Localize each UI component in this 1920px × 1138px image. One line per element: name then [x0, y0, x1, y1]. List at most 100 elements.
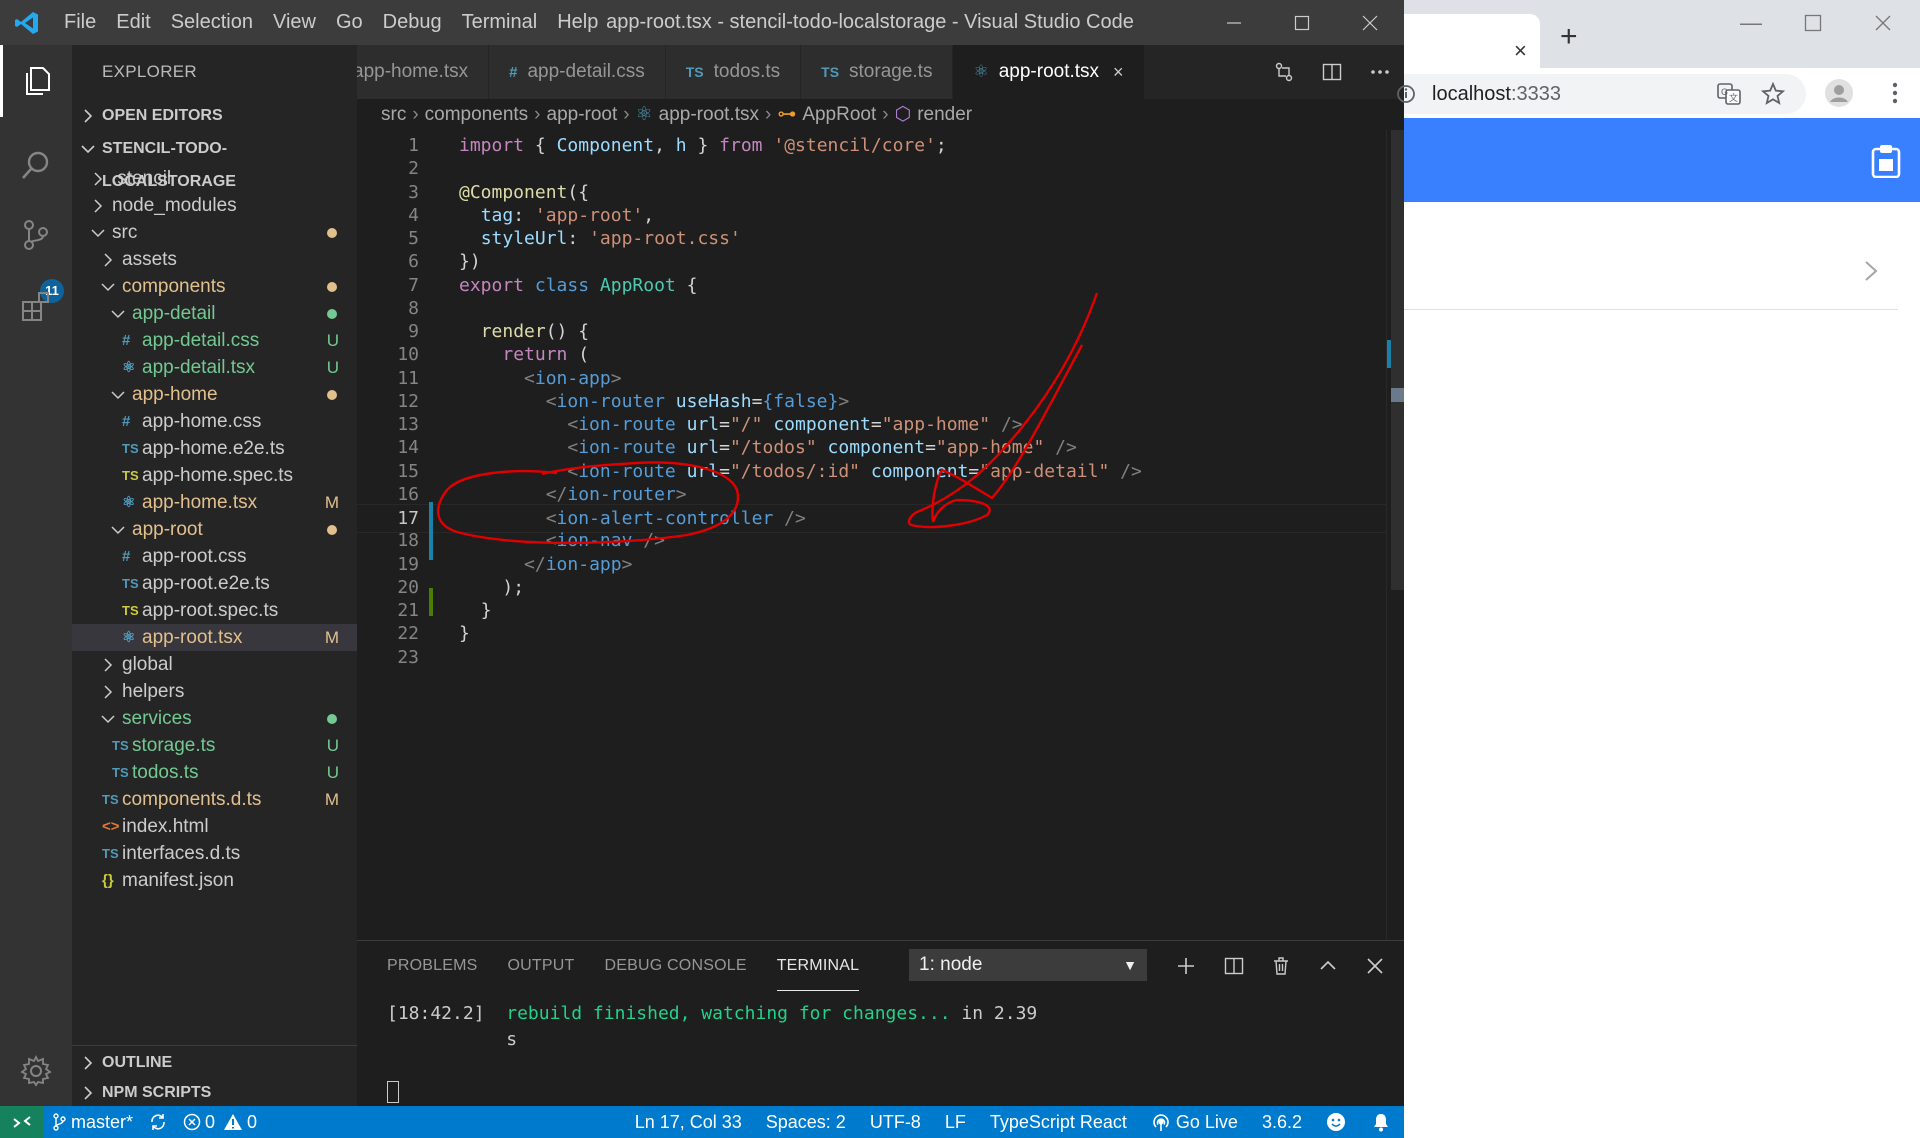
- tab-app-root-tsx[interactable]: ⚛ app-root.tsx ×: [953, 45, 1145, 99]
- breadcrumb-src[interactable]: src: [381, 104, 406, 126]
- folder-item[interactable]: assets: [72, 246, 357, 273]
- tab-terminal[interactable]: TERMINAL: [776, 941, 860, 991]
- folder-item[interactable]: global: [72, 651, 357, 678]
- file-item[interactable]: # app-root.css: [72, 543, 357, 570]
- terminal-output[interactable]: [18:42.2] rebuild finished, watching for…: [387, 1001, 1037, 1053]
- menu-view[interactable]: View: [263, 0, 326, 45]
- clipboard-icon[interactable]: [1870, 144, 1902, 179]
- browser-menu-icon[interactable]: [1880, 78, 1910, 108]
- file-item[interactable]: {} manifest.json: [72, 867, 357, 894]
- browser-maximize-icon[interactable]: [1804, 12, 1822, 38]
- line-ending[interactable]: LF: [933, 1106, 978, 1138]
- file-item[interactable]: <> index.html: [72, 813, 357, 840]
- folder-item[interactable]: app-detail: [72, 300, 357, 327]
- folder-item[interactable]: .stencil: [72, 165, 357, 192]
- close-tab-icon[interactable]: ×: [1514, 38, 1527, 64]
- notifications-bell-icon[interactable]: [1358, 1106, 1404, 1138]
- menu-edit[interactable]: Edit: [106, 0, 160, 45]
- ts-version[interactable]: 3.6.2: [1250, 1106, 1314, 1138]
- encoding[interactable]: UTF-8: [858, 1106, 933, 1138]
- file-item[interactable]: TS components.d.ts M: [72, 786, 357, 813]
- breadcrumb-class[interactable]: AppRoot: [802, 104, 876, 126]
- file-item[interactable]: TS app-home.spec.ts: [72, 462, 357, 489]
- split-terminal-icon[interactable]: [1216, 949, 1252, 983]
- problems-status[interactable]: 0 0: [175, 1106, 265, 1138]
- maximize-button[interactable]: [1268, 0, 1336, 45]
- menu-selection[interactable]: Selection: [161, 0, 263, 45]
- file-item[interactable]: ⚛ app-detail.tsx U: [72, 354, 357, 381]
- menu-terminal[interactable]: Terminal: [452, 0, 548, 45]
- maximize-panel-icon[interactable]: [1310, 949, 1346, 983]
- file-item[interactable]: ⚛ app-root.tsx M: [72, 624, 357, 651]
- breadcrumb-file[interactable]: app-root.tsx: [659, 104, 759, 126]
- file-item[interactable]: # app-detail.css U: [72, 327, 357, 354]
- folder-item[interactable]: services: [72, 705, 357, 732]
- file-item[interactable]: TS todos.ts U: [72, 759, 357, 786]
- close-panel-icon[interactable]: [1357, 949, 1393, 983]
- language-mode[interactable]: TypeScript React: [978, 1106, 1139, 1138]
- file-item[interactable]: ⚛ app-home.tsx M: [72, 489, 357, 516]
- remote-icon[interactable]: [0, 1106, 44, 1138]
- open-changes-icon[interactable]: [1260, 45, 1308, 99]
- file-item[interactable]: TS app-root.spec.ts: [72, 597, 357, 624]
- breadcrumb-method[interactable]: render: [917, 104, 972, 126]
- folder-item[interactable]: helpers: [72, 678, 357, 705]
- folder-item[interactable]: app-root: [72, 516, 357, 543]
- menu-file[interactable]: File: [54, 0, 106, 45]
- address-bar[interactable]: localhost:3333 G文: [1397, 74, 1806, 114]
- trash-icon[interactable]: [1263, 949, 1299, 983]
- tab-storage-ts[interactable]: TS storage.ts: [801, 45, 954, 99]
- browser-close-icon[interactable]: [1874, 12, 1892, 38]
- explorer-icon[interactable]: [0, 45, 72, 117]
- minimize-button[interactable]: [1200, 0, 1268, 45]
- cursor-position[interactable]: Ln 17, Col 33: [623, 1106, 754, 1138]
- outline-section[interactable]: OUTLINE: [72, 1045, 357, 1078]
- tree-item-label: global: [122, 654, 173, 675]
- indentation[interactable]: Spaces: 2: [754, 1106, 858, 1138]
- code-editor[interactable]: 1 import { Component, h } from '@stencil/…: [357, 130, 1404, 940]
- branch-status[interactable]: master*: [44, 1106, 141, 1138]
- file-item[interactable]: TS storage.ts U: [72, 732, 357, 759]
- npm-scripts-section[interactable]: NPM SCRIPTS: [72, 1076, 357, 1106]
- file-item[interactable]: TS interfaces.d.ts: [72, 840, 357, 867]
- tab-output[interactable]: OUTPUT: [508, 941, 575, 991]
- bookmark-star-icon[interactable]: [1758, 79, 1788, 109]
- source-control-icon[interactable]: [0, 199, 72, 271]
- close-tab-icon[interactable]: ×: [1113, 62, 1124, 83]
- file-item[interactable]: TS app-root.e2e.ts: [72, 570, 357, 597]
- breadcrumb-components[interactable]: components: [425, 104, 529, 126]
- open-editors-section[interactable]: OPEN EDITORS: [72, 99, 357, 132]
- terminal-select[interactable]: 1: node ▼: [909, 949, 1147, 981]
- project-section[interactable]: STENCIL-TODO-LOCALSTORAGE: [72, 132, 357, 190]
- file-item[interactable]: TS app-home.e2e.ts: [72, 435, 357, 462]
- extensions-icon[interactable]: [0, 271, 72, 343]
- folder-item[interactable]: app-home: [72, 381, 357, 408]
- folder-item[interactable]: src: [72, 219, 357, 246]
- breadcrumb-app-root[interactable]: app-root: [547, 104, 618, 126]
- go-live-button[interactable]: Go Live: [1139, 1106, 1250, 1138]
- search-icon[interactable]: [0, 129, 72, 201]
- tab-debug-console[interactable]: DEBUG CONSOLE: [605, 941, 747, 991]
- split-editor-icon[interactable]: [1308, 45, 1356, 99]
- tab-todos-ts[interactable]: TS todos.ts: [665, 45, 802, 99]
- menu-debug[interactable]: Debug: [373, 0, 452, 45]
- translate-icon[interactable]: G文: [1714, 79, 1744, 109]
- new-tab-button[interactable]: +: [1560, 22, 1578, 52]
- tab-app-home-tsx[interactable]: app-home.tsx: [357, 45, 490, 99]
- browser-tab[interactable]: ×: [1404, 14, 1540, 68]
- file-item[interactable]: # app-home.css: [72, 408, 357, 435]
- tab-problems[interactable]: PROBLEMS: [387, 941, 478, 991]
- list-item[interactable]: [1404, 202, 1898, 310]
- site-info-icon[interactable]: [1396, 83, 1416, 110]
- menu-go[interactable]: Go: [326, 0, 373, 45]
- profile-avatar-icon[interactable]: [1824, 78, 1854, 108]
- new-terminal-icon[interactable]: [1168, 949, 1204, 983]
- close-window-button[interactable]: [1336, 0, 1404, 45]
- folder-item[interactable]: components: [72, 273, 357, 300]
- settings-gear-icon[interactable]: [0, 1035, 72, 1107]
- browser-minimize-icon[interactable]: —: [1740, 10, 1762, 36]
- folder-item[interactable]: node_modules: [72, 192, 357, 219]
- feedback-smiley-icon[interactable]: [1314, 1106, 1358, 1138]
- sync-icon[interactable]: [141, 1106, 175, 1138]
- tab-app-detail-css[interactable]: # app-detail.css: [489, 45, 666, 99]
